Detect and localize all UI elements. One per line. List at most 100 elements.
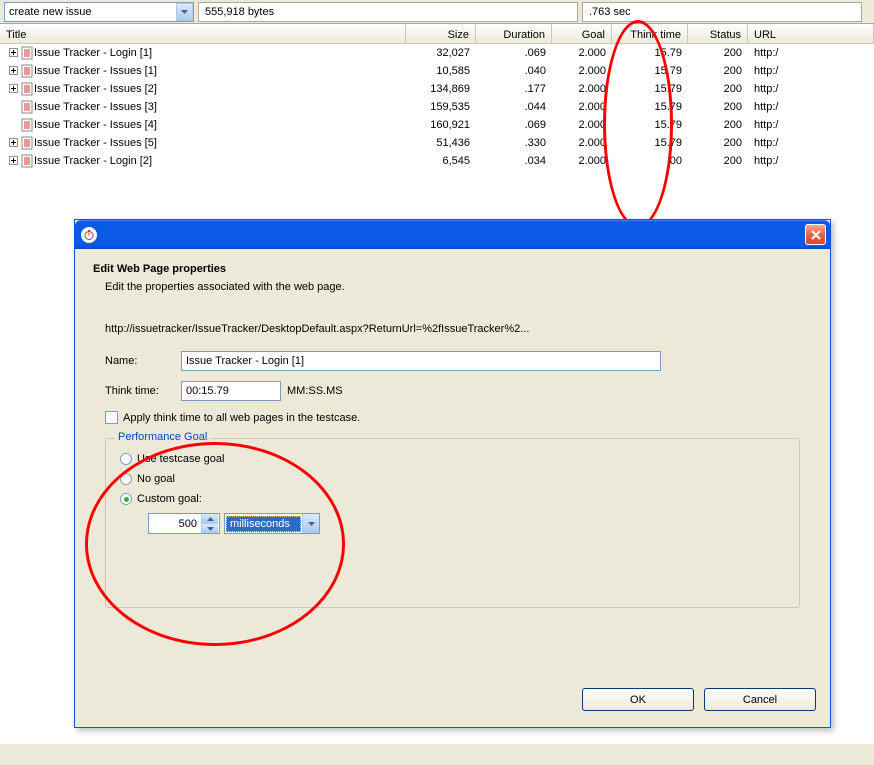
row-title: Issue Tracker - Login [2]: [34, 152, 152, 170]
apply-thinktime-label: Apply think time to all web pages in the…: [123, 412, 360, 424]
row-status: 200: [688, 80, 748, 98]
spin-up-icon[interactable]: [202, 514, 218, 523]
row-think: 15.79: [612, 134, 688, 152]
row-size: 32,027: [406, 44, 476, 62]
row-duration: .069: [476, 44, 552, 62]
think-suffix: MM:SS.MS: [287, 385, 343, 397]
testcase-dropdown[interactable]: create new issue: [4, 2, 194, 22]
table-row[interactable]: Issue Tracker - Login [1] 32,027.0692.000…: [0, 44, 874, 62]
expand-icon[interactable]: [6, 84, 20, 93]
row-think: 15.79: [612, 98, 688, 116]
close-button[interactable]: [805, 224, 826, 245]
document-icon: [20, 136, 34, 150]
row-url: http:/: [748, 62, 874, 80]
row-goal: 2.000: [552, 62, 612, 80]
document-icon: [20, 100, 34, 114]
row-url: http:/: [748, 44, 874, 62]
table-row[interactable]: Issue Tracker - Issues [4]160,921.0692.0…: [0, 116, 874, 134]
col-url[interactable]: URL: [748, 24, 874, 43]
row-status: 200: [688, 134, 748, 152]
edit-webpage-dialog: Edit Web Page properties Edit the proper…: [74, 219, 831, 728]
col-duration[interactable]: Duration: [476, 24, 552, 43]
row-duration: .034: [476, 152, 552, 170]
row-url: http:/: [748, 134, 874, 152]
dialog-heading: Edit Web Page properties: [93, 263, 812, 275]
table-row[interactable]: Issue Tracker - Login [2]6,545.0342.000.…: [0, 152, 874, 170]
row-url: http:/: [748, 98, 874, 116]
testcase-dropdown-value: create new issue: [5, 6, 176, 18]
row-goal: 2.000: [552, 44, 612, 62]
row-title: Issue Tracker - Issues [1]: [34, 62, 157, 80]
radio-testcase-goal[interactable]: [120, 453, 132, 465]
think-label: Think time:: [105, 385, 181, 397]
row-url: http:/: [748, 116, 874, 134]
row-size: 10,585: [406, 62, 476, 80]
expand-icon[interactable]: [6, 156, 20, 165]
custom-goal-input[interactable]: [149, 514, 201, 533]
table-row[interactable]: Issue Tracker - Issues [5] 51,436.3302.00…: [0, 134, 874, 152]
row-duration: .330: [476, 134, 552, 152]
row-size: 160,921: [406, 116, 476, 134]
cancel-button[interactable]: Cancel: [704, 688, 816, 711]
row-think: .00: [612, 152, 688, 170]
row-goal: 2.000: [552, 80, 612, 98]
row-goal: 2.000: [552, 116, 612, 134]
document-icon: [20, 154, 34, 168]
col-size[interactable]: Size: [406, 24, 476, 43]
row-duration: .044: [476, 98, 552, 116]
radio-custom-goal[interactable]: [120, 493, 132, 505]
row-think: 15.79: [612, 80, 688, 98]
spin-down-icon[interactable]: [202, 523, 218, 533]
radio-custom-goal-label: Custom goal:: [137, 493, 202, 505]
table-row[interactable]: Issue Tracker - Issues [3]159,535.0442.0…: [0, 98, 874, 116]
row-title: Issue Tracker - Login [1]: [34, 44, 152, 62]
row-think: 15.79: [612, 62, 688, 80]
chevron-down-icon[interactable]: [302, 514, 319, 533]
row-size: 51,436: [406, 134, 476, 152]
row-think: 15.79: [612, 116, 688, 134]
row-title: Issue Tracker - Issues [4]: [34, 116, 157, 134]
dialog-subheading: Edit the properties associated with the …: [105, 281, 812, 293]
table-row[interactable]: Issue Tracker - Issues [2]134,869.1772.0…: [0, 80, 874, 98]
expand-icon[interactable]: [6, 48, 20, 57]
row-goal: 2.000: [552, 98, 612, 116]
think-time-input[interactable]: [181, 381, 281, 401]
row-think: 15.79: [612, 44, 688, 62]
row-url: http:/: [748, 152, 874, 170]
row-duration: .040: [476, 62, 552, 80]
row-duration: .177: [476, 80, 552, 98]
group-title: Performance Goal: [114, 431, 211, 443]
expand-icon[interactable]: [6, 66, 20, 75]
row-status: 200: [688, 98, 748, 116]
expand-icon[interactable]: [6, 138, 20, 147]
row-url: http:/: [748, 80, 874, 98]
row-status: 200: [688, 44, 748, 62]
row-title: Issue Tracker - Issues [5]: [34, 134, 157, 152]
radio-testcase-goal-label: Use testcase goal: [137, 453, 224, 465]
document-icon: [20, 82, 34, 96]
name-input[interactable]: [181, 351, 661, 371]
ok-button[interactable]: OK: [582, 688, 694, 711]
document-icon: [20, 46, 34, 60]
document-icon: [20, 118, 34, 132]
table-row[interactable]: Issue Tracker - Issues [1] 10,585.0402.00…: [0, 62, 874, 80]
col-title[interactable]: Title: [0, 24, 406, 43]
row-status: 200: [688, 152, 748, 170]
apply-thinktime-checkbox[interactable]: [105, 411, 118, 424]
custom-goal-unit-value: milliseconds: [226, 516, 301, 532]
custom-goal-unit-select[interactable]: milliseconds: [224, 513, 320, 534]
dialog-url: http://issuetracker/IssueTracker/Desktop…: [93, 323, 812, 335]
chevron-down-icon[interactable]: [176, 3, 193, 21]
custom-goal-spinner[interactable]: [148, 513, 220, 534]
row-goal: 2.000: [552, 134, 612, 152]
col-goal[interactable]: Goal: [552, 24, 612, 43]
row-size: 159,535: [406, 98, 476, 116]
seconds-status: .763 sec: [582, 2, 862, 22]
name-label: Name:: [105, 355, 181, 367]
document-icon: [20, 64, 34, 78]
col-think[interactable]: Think time: [612, 24, 688, 43]
col-status[interactable]: Status: [688, 24, 748, 43]
performance-goal-group: Performance Goal Use testcase goal No go…: [105, 438, 800, 608]
dialog-titlebar[interactable]: [75, 220, 830, 249]
radio-no-goal[interactable]: [120, 473, 132, 485]
